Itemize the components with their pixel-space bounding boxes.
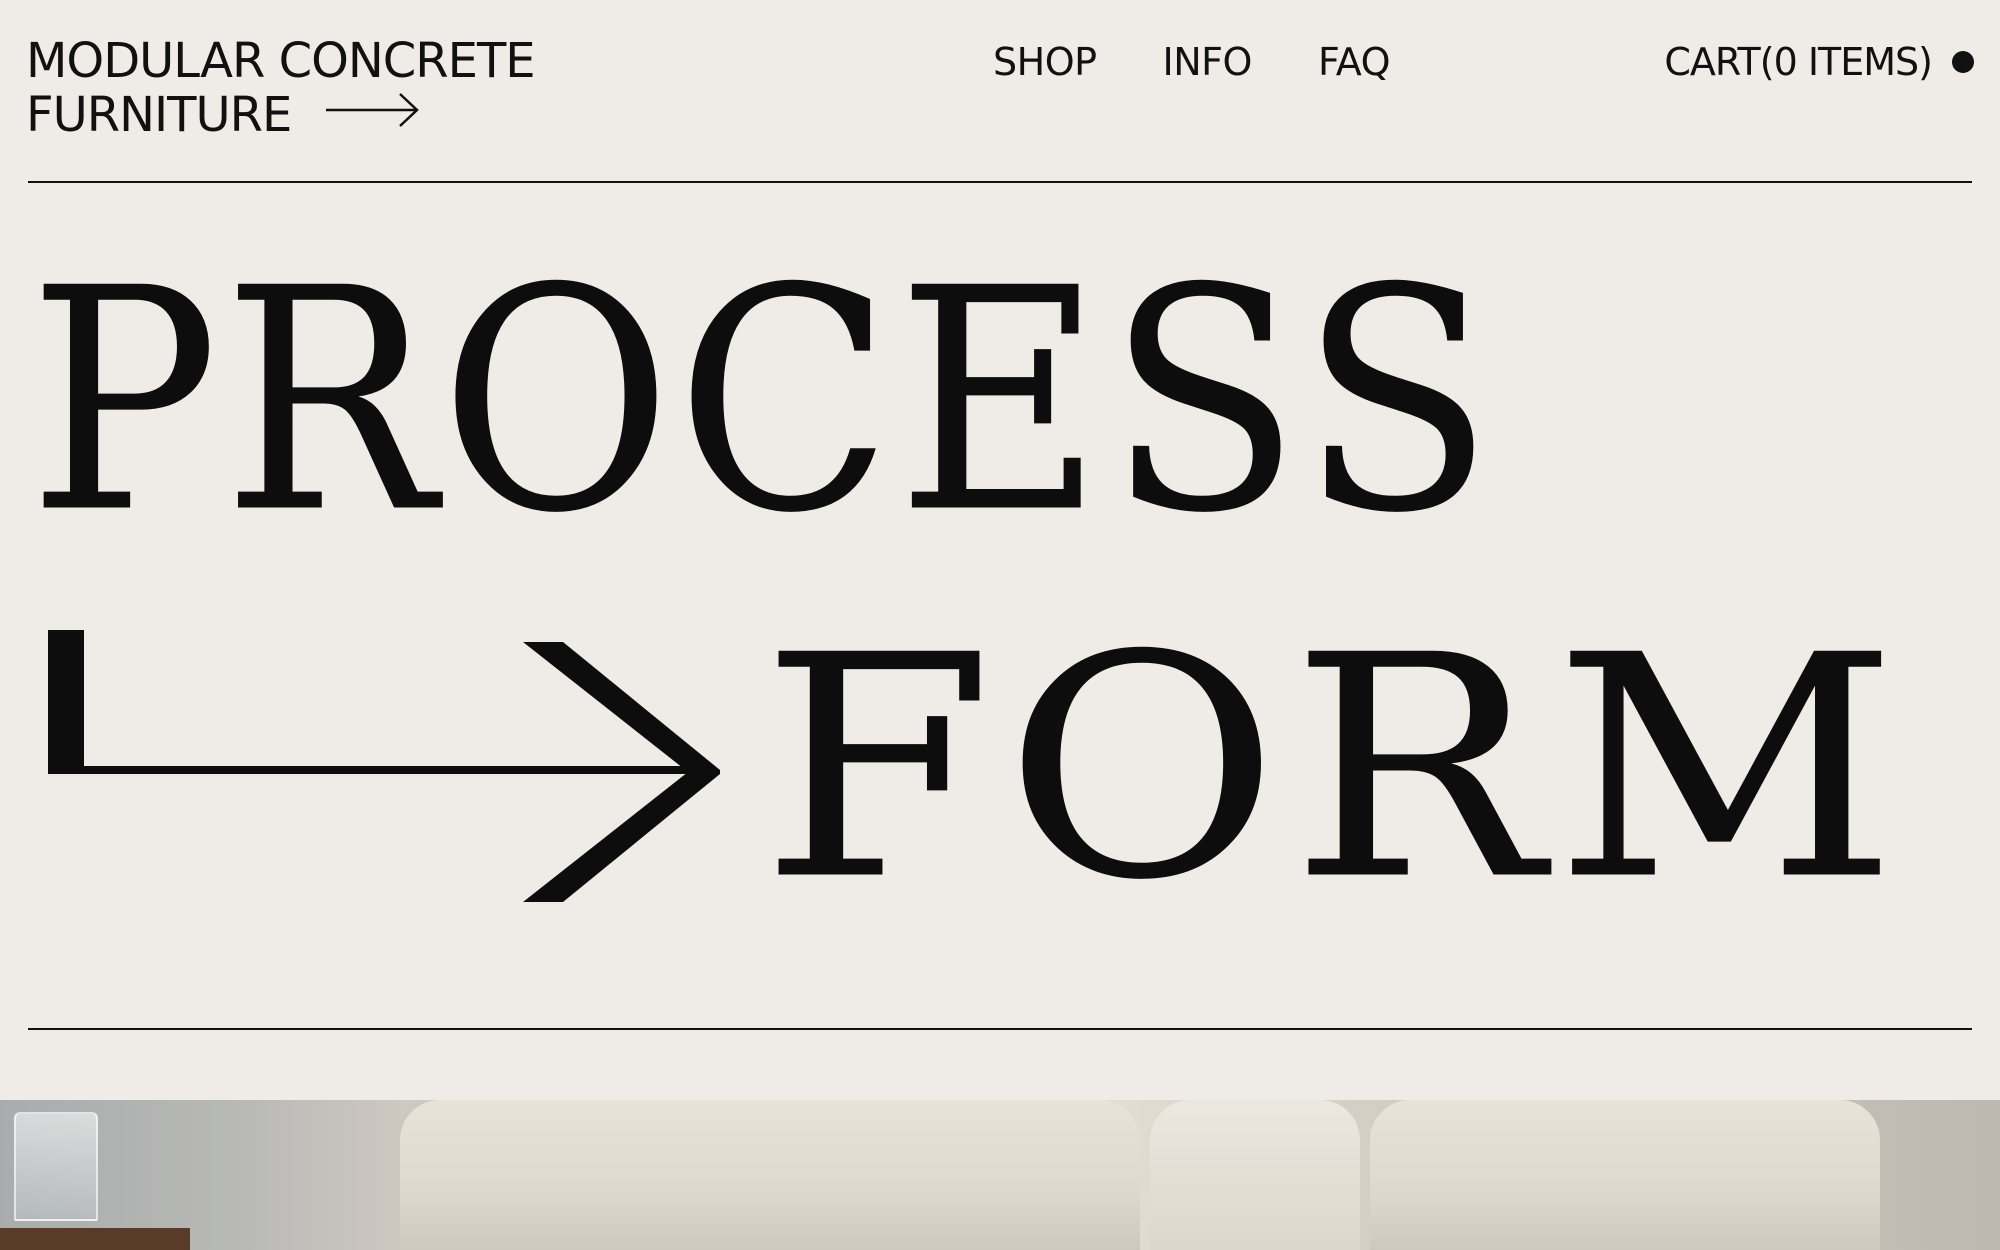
hero-photo-sofa (0, 1100, 2000, 1250)
side-table-image (0, 1228, 190, 1250)
nav-shop[interactable]: SHOP (993, 40, 1097, 84)
arrow-right-icon (324, 87, 420, 141)
sofa-cushion-right (1370, 1100, 1880, 1250)
cart-link[interactable]: CART(0 ITEMS) (1664, 40, 1974, 84)
brand-line-2-text: FURNITURE (26, 87, 292, 143)
header-divider (28, 181, 1972, 183)
elbow-arrow-icon (48, 630, 728, 935)
cart-label: CART(0 ITEMS) (1664, 40, 1933, 84)
main-nav: SHOP INFO FAQ (993, 40, 1391, 84)
sofa-cushion-left (400, 1100, 1140, 1250)
glass-image (14, 1112, 98, 1221)
brand-line-2: FURNITURE (26, 88, 535, 142)
sofa-cushion-middle (1150, 1100, 1360, 1250)
hero-divider (28, 1028, 1972, 1030)
page: MODULAR CONCRETE FURNITURE SHOP INFO FAQ… (0, 0, 2000, 1250)
brand-line-1: MODULAR CONCRETE (26, 33, 536, 89)
nav-info[interactable]: INFO (1163, 40, 1253, 84)
nav-faq[interactable]: FAQ (1318, 40, 1391, 84)
hero-title-process: PROCESS (28, 222, 1498, 581)
dot-icon (1952, 51, 1974, 73)
brand-logo-link[interactable]: MODULAR CONCRETE FURNITURE (26, 33, 536, 142)
hero-title-form: FORM (760, 589, 1909, 948)
